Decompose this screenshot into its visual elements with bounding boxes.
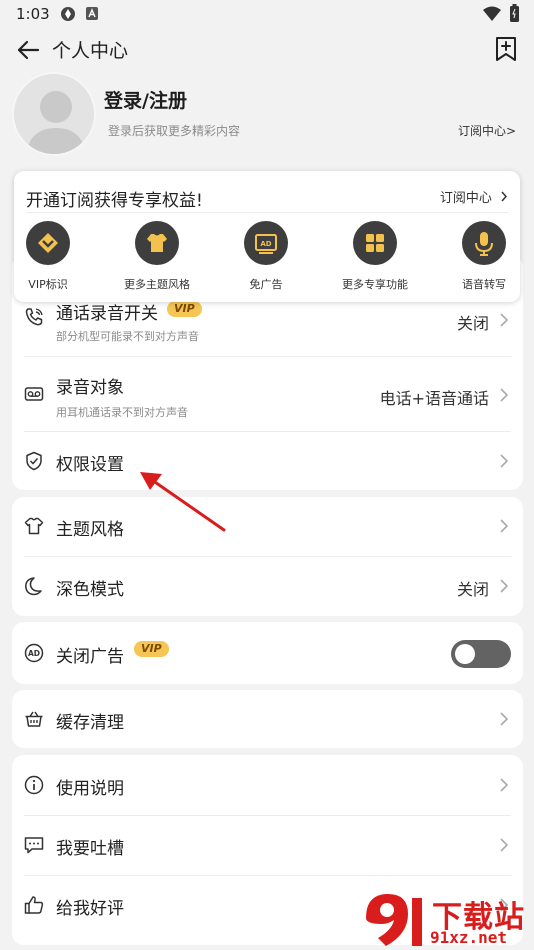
feature-label: 语音转写 [462, 278, 506, 291]
dark-mode-value: 关闭 [456, 580, 489, 599]
feedback-label: 我要吐槽 [56, 839, 124, 859]
promo-title: 开通订阅获得专享权益! [26, 191, 203, 211]
grid-icon [353, 221, 397, 265]
rate-label: 给我好评 [56, 899, 124, 919]
chevron-right-icon [500, 579, 509, 593]
info-icon [24, 775, 44, 795]
call-recording-sub: 部分机型可能录不到对方声音 [56, 330, 199, 343]
avatar[interactable] [12, 72, 96, 156]
record-target-sub: 用耳机通话录不到对方声音 [56, 406, 188, 419]
close-ads-toggle[interactable] [451, 640, 511, 668]
feature-themes[interactable]: 更多主题风格 [112, 221, 202, 292]
close-ads-row: AD 关闭广告 VIP [12, 622, 523, 684]
feedback-row[interactable]: 我要吐槽 [12, 816, 523, 875]
chevron-right-icon [501, 191, 508, 202]
dark-mode-row[interactable]: 深色模式 关闭 [12, 557, 523, 616]
chat-bubble-icon [24, 837, 44, 854]
help-row[interactable]: 使用说明 [12, 755, 523, 815]
watermark-logo-icon [366, 894, 422, 946]
annotation-arrow-icon [140, 472, 226, 532]
vip-badge: VIP [167, 301, 202, 317]
call-recording-value: 关闭 [456, 314, 489, 333]
status-bar: 1:03 [0, 0, 534, 28]
call-recording-label: 通话录音开关 [56, 304, 158, 324]
ad-circle-icon: AD [24, 643, 44, 663]
voicemail-icon [24, 387, 44, 401]
chevron-right-icon [500, 388, 509, 402]
login-subtitle: 登录后获取更多精彩内容 [108, 124, 241, 138]
record-target-row[interactable]: 录音对象 用耳机通话录不到对方声音 电话+语音通话 [12, 357, 523, 431]
feature-vip-badge[interactable]: VIP标识 [3, 221, 93, 292]
chevron-right-icon [500, 454, 509, 468]
clear-cache-row[interactable]: 缓存清理 [12, 690, 523, 748]
page-title: 个人中心 [52, 40, 129, 62]
svg-text:AD: AD [260, 240, 271, 248]
title-bar: 个人中心 [0, 30, 534, 70]
default-avatar-icon [26, 91, 86, 154]
feature-label: VIP标识 [28, 278, 68, 291]
theme-row[interactable]: 主题风格 [12, 497, 523, 556]
shield-check-icon [26, 451, 42, 471]
shirt-icon [24, 517, 44, 535]
feature-label: 更多主题风格 [124, 278, 190, 291]
appearance-card: 主题风格 深色模式 关闭 [12, 497, 523, 616]
help-label: 使用说明 [56, 779, 124, 799]
permissions-label: 权限设置 [56, 455, 124, 475]
promo-subscription-link[interactable]: 订阅中心 [440, 187, 508, 206]
ads-card: AD 关闭广告 VIP [12, 622, 523, 684]
thumbs-up-icon [24, 896, 44, 914]
vip-badge: VIP [134, 641, 169, 657]
dark-mode-label: 深色模式 [56, 580, 124, 600]
feature-no-ads[interactable]: AD 免广告 [221, 221, 311, 292]
status-time: 1:03 [16, 5, 50, 23]
basket-icon [25, 711, 43, 727]
chevron-right-icon [500, 313, 509, 327]
promo-divider [26, 212, 508, 213]
chevron-right-icon [500, 778, 509, 792]
toggle-knob [455, 644, 475, 664]
bookmark-add-icon[interactable] [494, 36, 518, 62]
watermark-url: 91xz.net [430, 928, 508, 947]
record-target-label: 录音对象 [56, 378, 124, 398]
feature-more-functions[interactable]: 更多专享功能 [330, 221, 420, 292]
vpn-status-icon [61, 7, 75, 21]
feature-label: 免广告 [249, 278, 283, 291]
chevron-right-icon [500, 712, 509, 726]
shirt-icon [135, 221, 179, 265]
watermark: 下载站 91xz.net [358, 888, 534, 950]
promo-link-label: 订阅中心 [439, 191, 492, 206]
phone-recording-icon [25, 308, 43, 326]
subscription-center-link[interactable]: 订阅中心> [458, 122, 516, 139]
theme-label: 主题风格 [56, 520, 124, 540]
battery-icon [510, 4, 519, 22]
back-arrow-icon[interactable] [16, 38, 40, 62]
chevron-right-icon [500, 519, 509, 533]
wifi-icon [483, 6, 501, 21]
vip-badge-icon [26, 221, 70, 265]
clear-cache-label: 缓存清理 [56, 713, 124, 733]
microphone-icon [462, 221, 506, 265]
chevron-right-icon [500, 838, 509, 852]
call-recording-row[interactable]: 通话录音开关 VIP 部分机型可能录不到对方声音 关闭 [12, 295, 523, 355]
subscription-promo-card: 开通订阅获得专享权益! 订阅中心 VIP标识 更多主题风格 AD 免广告 更多专… [14, 171, 520, 302]
cache-card: 缓存清理 [12, 690, 523, 748]
app-status-icon [86, 7, 98, 20]
permissions-row[interactable]: 权限设置 [12, 432, 523, 490]
feature-voice-transcribe[interactable]: 语音转写 [439, 221, 529, 292]
ad-icon: AD [244, 221, 288, 265]
login-register-title[interactable]: 登录/注册 [104, 86, 187, 113]
record-target-value: 电话+语音通话 [379, 389, 489, 408]
feature-label: 更多专享功能 [342, 278, 408, 291]
moon-icon [25, 577, 42, 596]
svg-text:AD: AD [28, 649, 40, 658]
close-ads-label: 关闭广告 [56, 647, 124, 667]
